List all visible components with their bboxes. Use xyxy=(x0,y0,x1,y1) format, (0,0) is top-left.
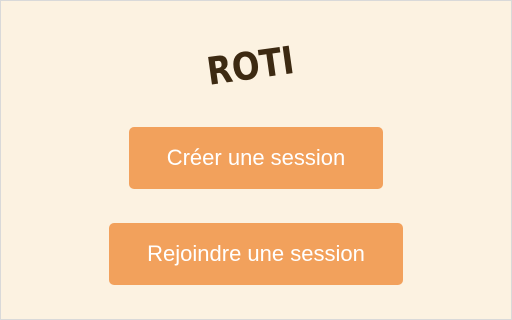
create-session-button[interactable]: Créer une session xyxy=(129,127,383,189)
create-session-label: Créer une session xyxy=(166,145,346,170)
app-logo: ROTI xyxy=(204,34,310,99)
app-window: ROTI Créer une session Rejoindre une ses… xyxy=(0,0,512,320)
join-session-button[interactable]: Rejoindre une session xyxy=(109,223,403,285)
app-title: ROTI xyxy=(204,38,297,94)
join-session-label: Rejoindre une session xyxy=(147,241,365,266)
